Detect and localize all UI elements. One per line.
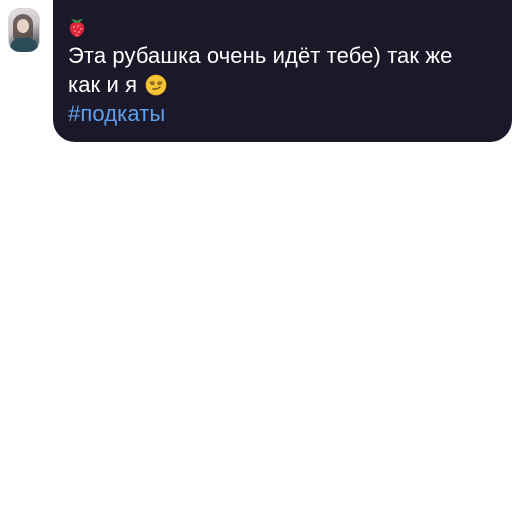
hashtag-link[interactable]: #подкаты	[68, 99, 498, 128]
chat-view: Эта рубашка очень идёт тебе) так же как …	[0, 0, 512, 512]
avatar-shirt	[10, 38, 38, 52]
message-bubble[interactable]: Эта рубашка очень идёт тебе) так же как …	[53, 0, 512, 142]
smirking-face-icon	[145, 74, 167, 96]
avatar[interactable]	[8, 8, 40, 52]
message-text: Эта рубашка очень идёт тебе) так же как …	[68, 41, 498, 128]
strawberry-icon	[69, 18, 85, 37]
avatar-face	[17, 19, 29, 33]
message-line-1: Эта рубашка очень идёт тебе) так же	[68, 43, 453, 68]
message-line-2-text: как и я	[68, 72, 138, 97]
message-line-2: как и я	[68, 70, 498, 99]
